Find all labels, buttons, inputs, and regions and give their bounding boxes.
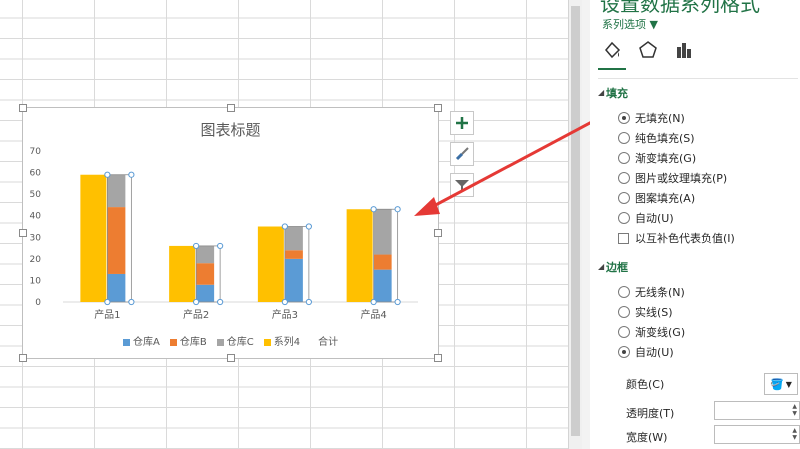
invert-negative-checkbox[interactable]: 以互补色代表负值(I)	[618, 230, 735, 246]
radio-button[interactable]	[618, 132, 630, 144]
panel-title: 设置数据系列格式	[600, 0, 760, 16]
radio-button[interactable]	[618, 192, 630, 204]
radio-label: 渐变线(G)	[635, 326, 686, 339]
border-section-header[interactable]: 边框	[606, 259, 628, 275]
active-tab-indicator	[598, 68, 626, 70]
border-option-radio-3[interactable]: 自动(U)	[618, 344, 674, 360]
effects-pentagon-icon[interactable]	[638, 40, 658, 63]
radio-button[interactable]	[618, 172, 630, 184]
color-picker-button[interactable]: 🪣 ▼	[764, 373, 798, 395]
width-input[interactable]: ▲ ▼	[714, 425, 800, 444]
radio-button[interactable]	[618, 306, 630, 318]
radio-label: 自动(U)	[635, 346, 674, 359]
separator	[598, 78, 798, 79]
radio-button[interactable]	[618, 346, 630, 358]
fill-option-radio-5[interactable]: 自动(U)	[618, 210, 674, 226]
series-options-dropdown[interactable]: 系列选项 ▼	[602, 16, 658, 32]
fill-option-radio-0[interactable]: 无填充(N)	[618, 110, 685, 126]
radio-label: 图片或纹理填充(P)	[635, 172, 728, 185]
fill-option-radio-2[interactable]: 渐变填充(G)	[618, 150, 696, 166]
border-option-radio-2[interactable]: 渐变线(G)	[618, 324, 685, 340]
fill-line-icon[interactable]	[602, 40, 622, 63]
width-label: 宽度(W)	[626, 431, 668, 444]
chevron-down-icon: ▼	[785, 379, 792, 389]
fill-option-radio-4[interactable]: 图案填充(A)	[618, 190, 695, 206]
paint-bucket-icon: 🪣	[770, 377, 784, 391]
radio-button[interactable]	[618, 112, 630, 124]
radio-button[interactable]	[618, 152, 630, 164]
fill-option-radio-3[interactable]: 图片或纹理填充(P)	[618, 170, 727, 186]
radio-button[interactable]	[618, 212, 630, 224]
radio-label: 无线条(N)	[635, 286, 685, 299]
fill-option-radio-1[interactable]: 纯色填充(S)	[618, 130, 695, 146]
series-options-bar-icon[interactable]	[674, 40, 694, 63]
collapse-triangle-icon[interactable]: ◢	[598, 262, 604, 271]
fill-section-header[interactable]: 填充	[606, 85, 628, 101]
format-series-panel: 设置数据系列格式 系列选项 ▼ ◢ 填充 无填充(N) 纯色填充(S) 渐变填充(G…	[590, 0, 800, 449]
radio-label: 纯色填充(S)	[635, 132, 695, 145]
transparency-input[interactable]: ▲ ▼	[714, 401, 800, 420]
radio-button[interactable]	[618, 326, 630, 338]
radio-label: 无填充(N)	[635, 112, 685, 125]
transparency-label: 透明度(T)	[626, 407, 675, 420]
invert-label: 以互补色代表负值(I)	[635, 232, 735, 245]
border-option-radio-0[interactable]: 无线条(N)	[618, 284, 685, 300]
radio-label: 图案填充(A)	[635, 192, 696, 205]
radio-label: 自动(U)	[635, 212, 674, 225]
radio-label: 渐变填充(G)	[635, 152, 697, 165]
collapse-triangle-icon[interactable]: ◢	[598, 88, 604, 97]
radio-button[interactable]	[618, 286, 630, 298]
checkbox-box[interactable]	[618, 232, 629, 244]
color-label: 颜色(C)	[626, 378, 665, 391]
radio-label: 实线(S)	[635, 306, 673, 319]
border-option-radio-1[interactable]: 实线(S)	[618, 304, 673, 320]
